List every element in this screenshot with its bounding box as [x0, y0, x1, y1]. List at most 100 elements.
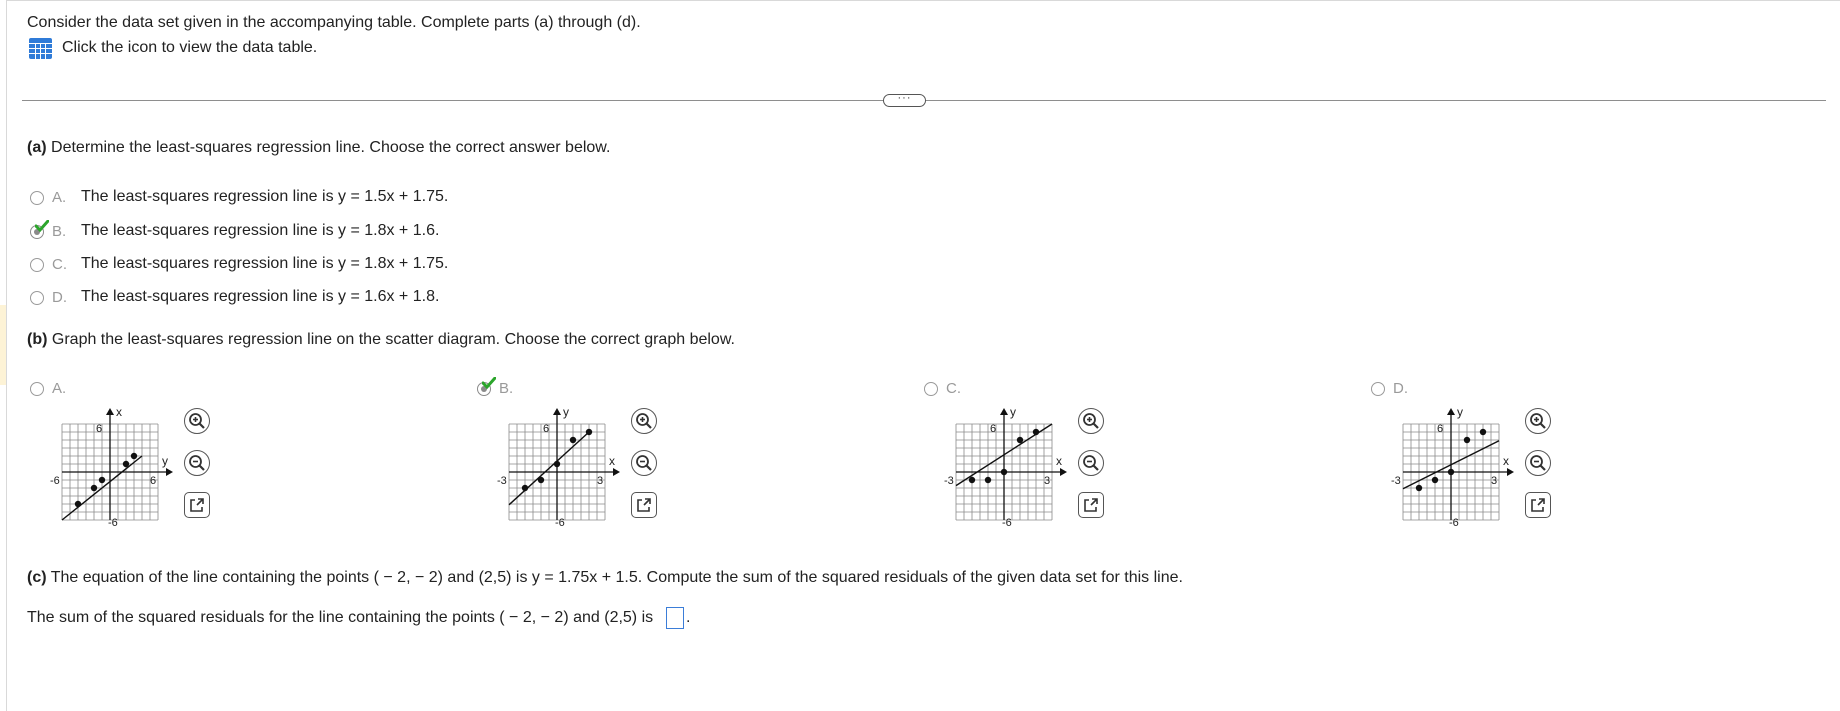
zoom-out-icon [1083, 455, 1099, 471]
graph-tick-label: 6 [150, 475, 156, 487]
zoom-out-icon [189, 455, 205, 471]
data-point [98, 476, 106, 484]
open-graph-window-button[interactable] [184, 492, 210, 518]
data-point [968, 476, 976, 484]
sum-squared-residuals-input[interactable] [666, 607, 684, 629]
part-a-prompt: (a) Determine the least-squares regressi… [27, 139, 610, 157]
zoom-in-button[interactable] [1525, 408, 1551, 434]
graph-tick-label: 3 [597, 475, 603, 487]
data-point [130, 452, 138, 460]
side-indicator [0, 305, 6, 385]
open-external-icon [190, 498, 204, 512]
data-point [1463, 436, 1471, 444]
graph-horizontal-axis-label: x [609, 454, 615, 468]
zoom-in-icon [1530, 413, 1546, 429]
scatter-graph-d: y x 6 -3 3 -6 [1391, 406, 1514, 526]
zoom-out-button[interactable] [1078, 450, 1104, 476]
open-external-icon [637, 498, 651, 512]
part-a-prompt-text: Determine the least-squares regression l… [51, 139, 611, 156]
data-point [585, 428, 593, 436]
data-point [1032, 428, 1040, 436]
part-a-option-a-radio[interactable] [30, 191, 44, 205]
graph-tick-label: -3 [497, 475, 507, 487]
part-b-option-b-letter: B. [499, 380, 514, 397]
part-c-label: (c) [27, 569, 47, 586]
graph-tick-label: 3 [1491, 475, 1497, 487]
graph-vertical-axis-label: y [1010, 406, 1016, 419]
open-external-icon [1531, 498, 1545, 512]
graph-tick-label: -6 [108, 517, 118, 526]
data-point [1000, 468, 1008, 476]
zoom-in-button[interactable] [631, 408, 657, 434]
part-b-prompt: (b) Graph the least-squares regression l… [27, 331, 735, 349]
part-b-label: (b) [27, 331, 48, 348]
data-table-icon[interactable] [29, 38, 52, 59]
part-a-option-d-text: The least-squares regression line is y =… [81, 288, 440, 305]
frame-left-border [6, 0, 7, 711]
graph-tick-label: 6 [990, 423, 996, 435]
graph-tick-label: 6 [543, 423, 549, 435]
data-point [1479, 428, 1487, 436]
zoom-out-button[interactable] [184, 450, 210, 476]
check-icon [35, 220, 49, 232]
data-point [1447, 468, 1455, 476]
zoom-in-button[interactable] [184, 408, 210, 434]
part-b-option-c-radio[interactable] [924, 382, 938, 396]
part-a-option-c-letter: C. [52, 256, 67, 273]
graph-vertical-axis-label: y [563, 406, 569, 419]
part-a-option-b-letter: B. [52, 223, 67, 240]
part-a-option-d-radio[interactable] [30, 291, 44, 305]
part-b-prompt-text: Graph the least-squares regression line … [51, 331, 735, 348]
graph-tick-label: -6 [1002, 517, 1012, 526]
data-point [521, 484, 529, 492]
graph-horizontal-axis-label: x [1056, 454, 1062, 468]
open-graph-window-button[interactable] [1078, 492, 1104, 518]
graph-vertical-axis-label: y [1457, 406, 1463, 419]
part-b-option-d-radio[interactable] [1371, 382, 1385, 396]
graph-tick-label: -3 [1391, 475, 1401, 487]
part-c-prompt: (c) The equation of the line containing … [27, 569, 1183, 587]
zoom-in-icon [189, 413, 205, 429]
part-a-option-a-letter: A. [52, 189, 67, 206]
part-a-option-d-letter: D. [52, 289, 67, 306]
part-b-option-c-letter: C. [946, 380, 961, 397]
part-a-option-a-text: The least-squares regression line is y =… [81, 188, 449, 205]
open-external-icon [1084, 498, 1098, 512]
intro-text: Consider the data set given in the accom… [27, 14, 641, 31]
zoom-in-icon [1083, 413, 1099, 429]
expand-more-button[interactable]: ··· [883, 93, 926, 107]
part-a-option-c-text: The least-squares regression line is y =… [81, 255, 449, 272]
data-point [90, 484, 98, 492]
part-c-answer-text: The sum of the squared residuals for the… [27, 609, 654, 626]
answer-suffix: . [686, 609, 691, 626]
graph-tick-label: 3 [1044, 475, 1050, 487]
data-point [122, 460, 130, 468]
zoom-out-button[interactable] [1525, 450, 1551, 476]
graph-tick-label: -6 [1449, 517, 1459, 526]
data-point [1431, 476, 1439, 484]
open-graph-window-button[interactable] [1525, 492, 1551, 518]
graph-tick-label: -6 [555, 517, 565, 526]
zoom-out-icon [636, 455, 652, 471]
open-graph-window-button[interactable] [631, 492, 657, 518]
scatter-graph-a: xy6-6 6-6 [50, 406, 173, 526]
graph-tick-label: 6 [96, 423, 102, 435]
view-data-table-link[interactable]: Click the icon to view the data table. [62, 39, 317, 57]
zoom-out-button[interactable] [631, 450, 657, 476]
part-a-option-c-radio[interactable] [30, 258, 44, 272]
part-b-option-a-letter: A. [52, 380, 67, 397]
graph-vertical-axis-label: x [116, 406, 122, 419]
graph-tick-label: -3 [944, 475, 954, 487]
part-a-option-b-text: The least-squares regression line is y =… [81, 222, 440, 239]
data-point [553, 460, 561, 468]
data-point [1415, 484, 1423, 492]
zoom-out-icon [1530, 455, 1546, 471]
data-point [74, 500, 82, 508]
data-point [569, 436, 577, 444]
graph-tick-label: 6 [1437, 423, 1443, 435]
zoom-in-button[interactable] [1078, 408, 1104, 434]
graph-horizontal-axis-label: x [1503, 454, 1509, 468]
part-b-option-d-letter: D. [1393, 380, 1408, 397]
part-b-option-a-radio[interactable] [30, 382, 44, 396]
graph-tick-label: -6 [50, 475, 60, 487]
